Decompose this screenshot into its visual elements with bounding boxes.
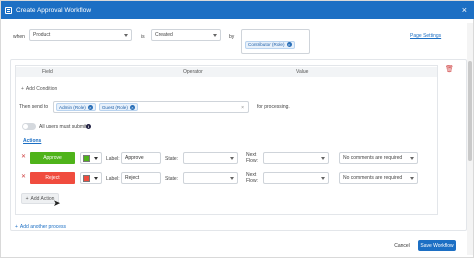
plus-icon: + [21, 86, 24, 92]
info-icon[interactable]: i [86, 124, 91, 129]
add-action-label: Add Action [30, 195, 55, 202]
send-to-label: Then send to [19, 104, 49, 110]
approve-action-button[interactable]: Approve [30, 152, 75, 164]
reject-action-label: Reject [45, 175, 60, 181]
all-users-label: All users must submit [39, 124, 87, 130]
criteria-table-header: Field Operator Value [16, 67, 437, 77]
approve-label-input[interactable]: Approve [121, 152, 161, 164]
remove-action-icon[interactable]: ✕ [21, 153, 26, 160]
approve-state-select[interactable] [183, 152, 238, 164]
cancel-button[interactable]: Cancel [389, 240, 415, 251]
reject-color-picker[interactable] [80, 172, 102, 184]
role-chip-label: Contributor (Role) [248, 42, 285, 47]
event-select[interactable]: Created [151, 29, 221, 41]
approval-workflow-dialog: Create Approval Workflow × when Product … [0, 0, 474, 258]
save-workflow-label: Save Workflow [420, 242, 454, 249]
chevron-down-icon [321, 177, 325, 180]
reject-action-button[interactable]: Reject [30, 172, 75, 184]
approve-action-label: Approve [43, 155, 62, 161]
send-to-suffix: for processing. [257, 104, 290, 110]
label-caption: Label: [106, 176, 120, 182]
chevron-down-icon [94, 157, 98, 160]
is-label: is [141, 34, 145, 40]
chevron-down-icon [321, 157, 325, 160]
approve-comments-select[interactable]: No comments are required [339, 152, 418, 164]
column-header-operator: Operator [183, 69, 203, 75]
add-process-label: Add another process [19, 224, 67, 230]
label-caption: Label: [106, 156, 120, 162]
chevron-down-icon [213, 34, 217, 37]
plus-icon: + [15, 224, 18, 230]
add-condition-label: Add Condition [25, 86, 58, 92]
reject-next-flow-select[interactable] [263, 172, 329, 184]
chevron-down-icon [410, 177, 414, 180]
approve-label-value: Approve [125, 155, 144, 161]
clear-icon[interactable]: × [241, 105, 244, 111]
mouse-cursor-icon: ➤ [53, 198, 61, 208]
recipient-chip-label: Guest (Role) [101, 104, 128, 110]
module-select[interactable]: Product [29, 29, 132, 41]
add-condition-button[interactable]: + Add Condition [21, 86, 57, 92]
recipient-chip-label: Admin (Role) [59, 104, 86, 110]
save-workflow-button[interactable]: Save Workflow [418, 240, 456, 251]
close-icon[interactable]: × [462, 4, 467, 16]
chevron-down-icon [230, 157, 234, 160]
reject-comments-select[interactable]: No comments are required [339, 172, 418, 184]
next-flow-caption: Next Flow: [246, 152, 258, 164]
send-to-field[interactable]: Admin (Role) × Guest (Role) × × [53, 101, 249, 113]
approve-next-flow-select[interactable] [263, 152, 329, 164]
title-bar: Create Approval Workflow [1, 1, 474, 19]
recipient-chip: Admin (Role) × [56, 103, 96, 111]
color-swatch [83, 175, 90, 182]
window-title: Create Approval Workflow [16, 6, 92, 14]
remove-chip-icon[interactable]: × [87, 104, 93, 110]
chevron-down-icon [230, 177, 234, 180]
chevron-down-icon [124, 34, 128, 37]
by-label: by [229, 34, 235, 40]
actions-heading: Actions [23, 138, 42, 144]
color-swatch [83, 155, 90, 162]
recipient-chip: Guest (Role) × [98, 103, 138, 111]
workflow-icon [5, 6, 12, 14]
module-select-value: Product [33, 32, 51, 38]
cancel-label: Cancel [394, 242, 410, 249]
when-label: when [13, 34, 25, 40]
state-caption: State: [165, 156, 179, 162]
reject-label-input[interactable]: Reject [121, 172, 161, 184]
remove-action-icon[interactable]: ✕ [21, 173, 26, 180]
reject-state-select[interactable] [183, 172, 238, 184]
reject-label-value: Reject [125, 175, 140, 181]
next-flow-caption: Next Flow: [246, 172, 258, 184]
state-caption: State: [165, 176, 179, 182]
column-header-value: Value [296, 69, 309, 75]
remove-chip-icon[interactable]: × [286, 42, 292, 47]
reject-comments-value: No comments are required [343, 175, 403, 181]
chevron-down-icon [410, 157, 414, 160]
plus-icon: + [25, 195, 29, 202]
remove-chip-icon[interactable]: × [129, 104, 135, 110]
add-process-link[interactable]: + Add another process [15, 224, 66, 230]
approve-comments-value: No comments are required [343, 155, 403, 161]
all-users-toggle[interactable] [22, 123, 36, 130]
page-settings-link[interactable]: Page Settings [410, 33, 441, 39]
trash-icon[interactable]: 🗑 [445, 65, 454, 73]
chevron-down-icon [94, 177, 98, 180]
criteria-box [15, 65, 438, 215]
approve-color-picker[interactable] [80, 152, 102, 164]
scrollbar-thumb[interactable] [468, 61, 472, 161]
by-roles-field[interactable]: Contributor (Role) × [241, 29, 310, 54]
column-header-field: Field [42, 69, 53, 75]
role-chip: Contributor (Role) × [245, 40, 295, 49]
event-select-value: Created [155, 32, 173, 38]
